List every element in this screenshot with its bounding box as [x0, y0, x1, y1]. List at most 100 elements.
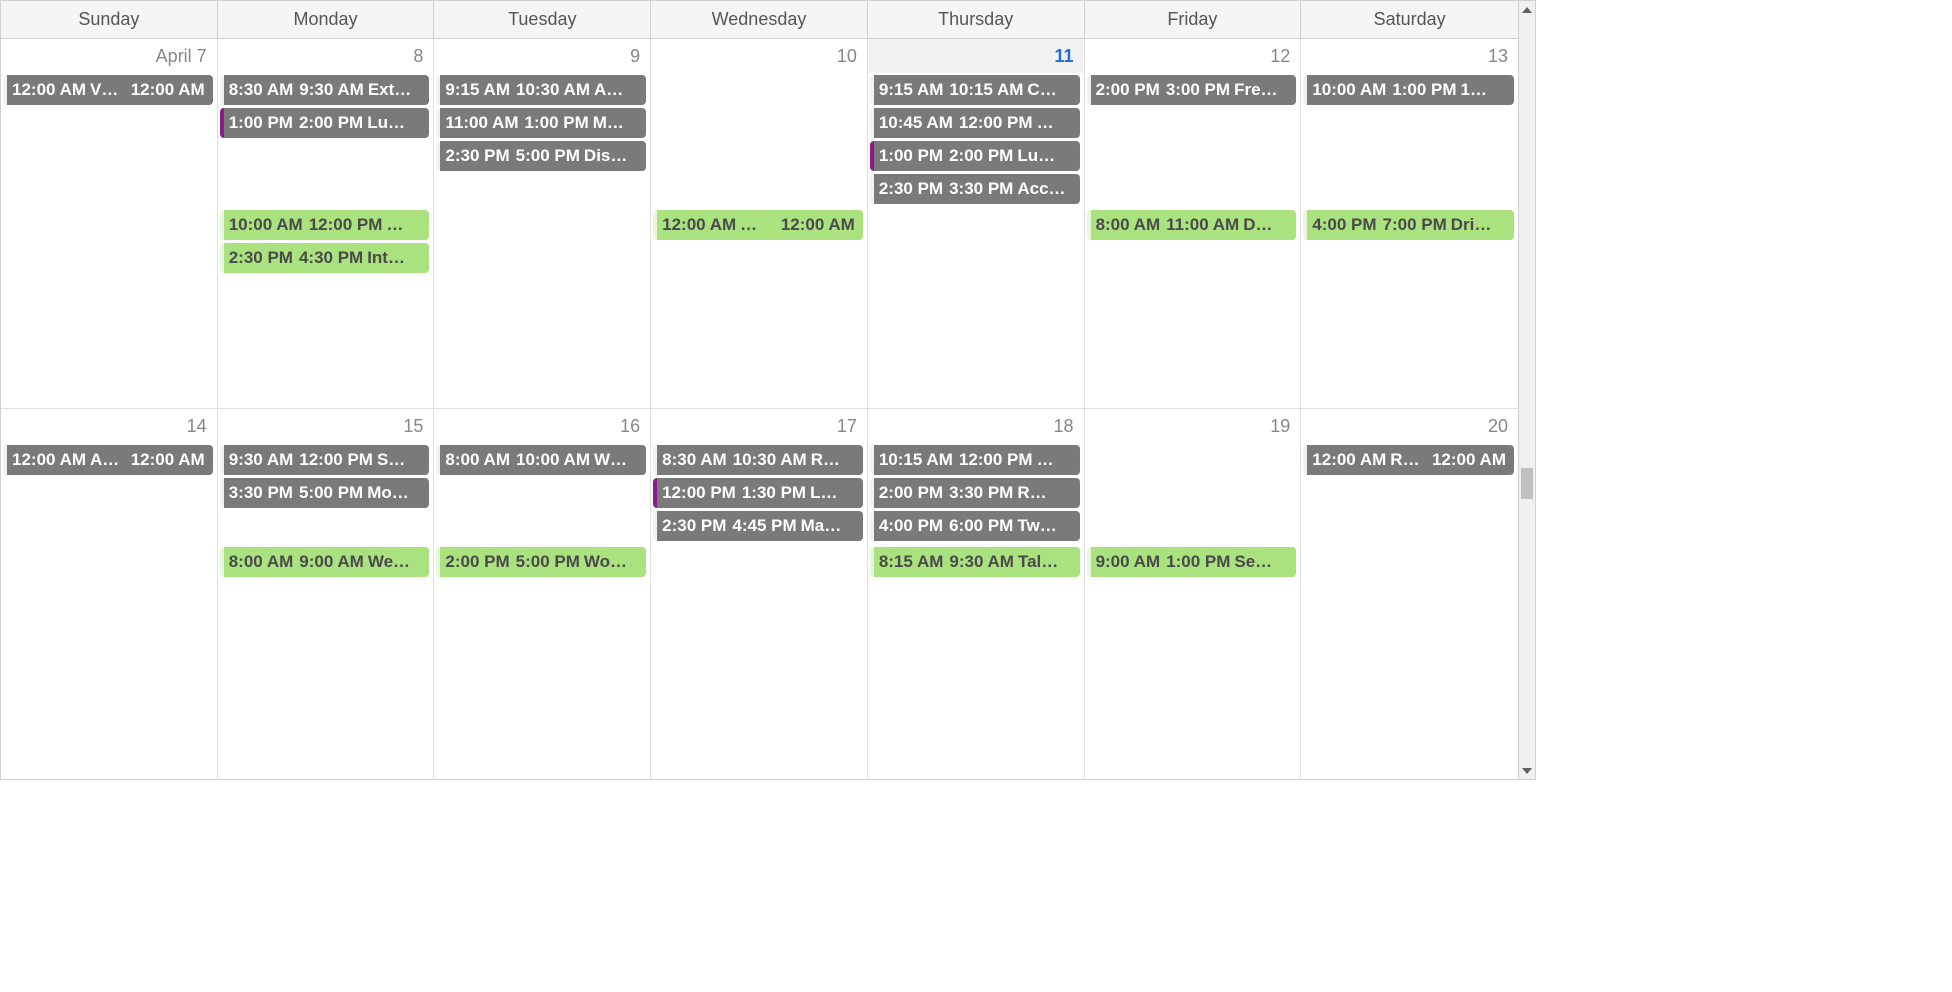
event-end-time: 9:30 AM — [949, 552, 1014, 572]
day-cell[interactable]: 1310:00 AM1:00 PM1…4:00 PM7:00 PMDri… — [1301, 39, 1518, 408]
event-title: S… — [377, 450, 405, 470]
calendar-event[interactable]: 11:00 AM1:00 PMM… — [436, 108, 646, 138]
event-title: Ma… — [801, 516, 842, 536]
event-start-time: 9:15 AM — [879, 80, 944, 100]
calendar-event[interactable]: 4:00 PM7:00 PMDri… — [1303, 210, 1514, 240]
event-start-time: 12:00 AM — [1312, 450, 1386, 470]
calendar-event[interactable]: 12:00 AM…12:00 AM — [653, 210, 863, 240]
calendar-event[interactable]: 1:00 PM2:00 PMLu… — [220, 108, 430, 138]
event-start-time: 2:30 PM — [229, 248, 293, 268]
event-end-time: 2:00 PM — [949, 146, 1013, 166]
event-title: We… — [368, 552, 410, 572]
calendar-event[interactable]: 10:00 AM1:00 PM1… — [1303, 75, 1514, 105]
event-title: Mo… — [367, 483, 409, 503]
event-end-time: 12:00 AM — [131, 80, 205, 100]
event-start-time: 4:00 PM — [1312, 215, 1376, 235]
calendar-event[interactable]: 3:30 PM5:00 PMMo… — [220, 478, 430, 508]
day-events: 8:30 AM9:30 AMExt…1:00 PM2:00 PMLu… 10:00… — [218, 73, 434, 275]
event-end-time: 3:30 PM — [949, 483, 1013, 503]
calendar-event[interactable]: 8:00 AM9:00 AMWe… — [220, 547, 430, 577]
scroll-down-button[interactable] — [1519, 762, 1535, 779]
event-end-time: 12:00 PM — [959, 113, 1033, 133]
day-cell[interactable]: 168:00 AM10:00 AMW…2:00 PM5:00 PMWo… — [434, 409, 651, 779]
day-cell[interactable]: 99:15 AM10:30 AMA…11:00 AM1:00 PMM…2:30 … — [434, 39, 651, 408]
day-cell[interactable]: April 712:00 AMV…12:00 AM — [1, 39, 218, 408]
calendar-event[interactable]: 10:00 AM12:00 PM… — [220, 210, 430, 240]
calendar-event[interactable]: 9:15 AM10:30 AMA… — [436, 75, 646, 105]
event-start-time: 2:30 PM — [662, 516, 726, 536]
day-number: 18 — [868, 409, 1084, 443]
chevron-down-icon — [1522, 768, 1532, 774]
scroll-thumb[interactable] — [1521, 468, 1533, 499]
day-cell[interactable]: 159:30 AM12:00 PMS…3:30 PM5:00 PMMo…8:00… — [218, 409, 435, 779]
day-number: 17 — [651, 409, 867, 443]
event-end-time: 1:30 PM — [742, 483, 806, 503]
vertical-scrollbar[interactable] — [1518, 1, 1535, 779]
day-number: 13 — [1301, 39, 1518, 73]
day-cell[interactable]: 1012:00 AM…12:00 AM — [651, 39, 868, 408]
day-events: 9:15 AM10:15 AMC…10:45 AM12:00 PM…1:00 P… — [868, 73, 1084, 206]
event-title: … — [386, 215, 403, 235]
day-cell[interactable]: 2012:00 AMR…12:00 AM — [1301, 409, 1518, 779]
event-end-time: 9:30 AM — [299, 80, 364, 100]
calendar-event[interactable]: 8:30 AM9:30 AMExt… — [220, 75, 430, 105]
event-start-time: 2:00 PM — [879, 483, 943, 503]
event-end-time: 5:00 PM — [299, 483, 363, 503]
event-end-time: 10:30 AM — [516, 80, 590, 100]
event-start-time: 9:00 AM — [1096, 552, 1161, 572]
event-title: Lu… — [1017, 146, 1055, 166]
event-title: Acc… — [1017, 179, 1065, 199]
calendar-event[interactable]: 2:30 PM3:30 PMAcc… — [870, 174, 1080, 204]
event-end-time: 7:00 PM — [1383, 215, 1447, 235]
calendar-event[interactable]: 10:45 AM12:00 PM… — [870, 108, 1080, 138]
event-start-time: 10:15 AM — [879, 450, 953, 470]
calendar-event[interactable]: 2:00 PM3:30 PMR… — [870, 478, 1080, 508]
calendar-event[interactable]: 9:30 AM12:00 PMS… — [220, 445, 430, 475]
event-start-time: 2:00 PM — [445, 552, 509, 572]
event-start-time: 12:00 PM — [662, 483, 736, 503]
weekday-header-wednesday: Wednesday — [651, 1, 868, 39]
calendar-grid: SundayMondayTuesdayWednesdayThursdayFrid… — [1, 1, 1518, 779]
calendar-event[interactable]: 10:15 AM12:00 PM… — [870, 445, 1080, 475]
calendar-event[interactable]: 2:00 PM3:00 PMFre… — [1087, 75, 1297, 105]
event-title: Wo… — [584, 552, 627, 572]
calendar-event[interactable]: 8:00 AM10:00 AMW… — [436, 445, 646, 475]
day-events: 8:30 AM10:30 AMR…12:00 PM1:30 PML…2:30 P… — [651, 443, 867, 543]
calendar-event[interactable]: 8:15 AM9:30 AMTal… — [870, 547, 1080, 577]
day-cell[interactable]: 199:00 AM1:00 PMSe… — [1085, 409, 1302, 779]
event-title: … — [740, 215, 757, 235]
week-row: April 712:00 AMV…12:00 AM88:30 AM9:30 AM… — [1, 39, 1518, 409]
day-cell[interactable]: 122:00 PM3:00 PMFre…8:00 AM11:00 AMD… — [1085, 39, 1302, 408]
day-cell[interactable]: 88:30 AM9:30 AMExt…1:00 PM2:00 PMLu…10:0… — [218, 39, 435, 408]
calendar-event[interactable]: 1:00 PM2:00 PMLu… — [870, 141, 1080, 171]
calendar-event[interactable]: 12:00 AMV…12:00 AM — [3, 75, 213, 105]
calendar-event[interactable]: 2:30 PM4:30 PMInt… — [220, 243, 430, 273]
event-start-time: 8:00 AM — [1096, 215, 1161, 235]
weeks-container: April 712:00 AMV…12:00 AM88:30 AM9:30 AM… — [1, 39, 1518, 779]
calendar-event[interactable]: 2:00 PM5:00 PMWo… — [436, 547, 646, 577]
event-end-time: 4:30 PM — [299, 248, 363, 268]
day-number: 14 — [1, 409, 217, 443]
day-cell[interactable]: 1412:00 AMA…12:00 AM — [1, 409, 218, 779]
event-title: Tw… — [1017, 516, 1056, 536]
calendar-event[interactable]: 2:30 PM4:45 PMMa… — [653, 511, 863, 541]
calendar-event[interactable]: 12:00 PM1:30 PML… — [653, 478, 863, 508]
event-title: Ext… — [368, 80, 411, 100]
event-start-time: 8:00 AM — [445, 450, 510, 470]
calendar-event[interactable]: 9:15 AM10:15 AMC… — [870, 75, 1080, 105]
calendar-event[interactable]: 2:30 PM5:00 PMDis… — [436, 141, 646, 171]
event-start-time: 11:00 AM — [445, 113, 518, 133]
weekday-header-friday: Friday — [1085, 1, 1302, 39]
event-end-time: 12:00 AM — [1432, 450, 1506, 470]
calendar-event[interactable]: 9:00 AM1:00 PMSe… — [1087, 547, 1297, 577]
day-cell[interactable]: 119:15 AM10:15 AMC…10:45 AM12:00 PM…1:00… — [868, 39, 1085, 408]
scroll-up-button[interactable] — [1519, 1, 1535, 18]
day-cell[interactable]: 1810:15 AM12:00 PM…2:00 PM3:30 PMR…4:00 … — [868, 409, 1085, 779]
day-cell[interactable]: 178:30 AM10:30 AMR…12:00 PM1:30 PML…2:30… — [651, 409, 868, 779]
calendar-event[interactable]: 8:30 AM10:30 AMR… — [653, 445, 863, 475]
calendar-event[interactable]: 4:00 PM6:00 PMTw… — [870, 511, 1080, 541]
calendar-event[interactable]: 12:00 AMA…12:00 AM — [3, 445, 213, 475]
calendar-event[interactable]: 12:00 AMR…12:00 AM — [1303, 445, 1514, 475]
calendar-event[interactable]: 8:00 AM11:00 AMD… — [1087, 210, 1297, 240]
event-start-time: 12:00 AM — [12, 450, 86, 470]
